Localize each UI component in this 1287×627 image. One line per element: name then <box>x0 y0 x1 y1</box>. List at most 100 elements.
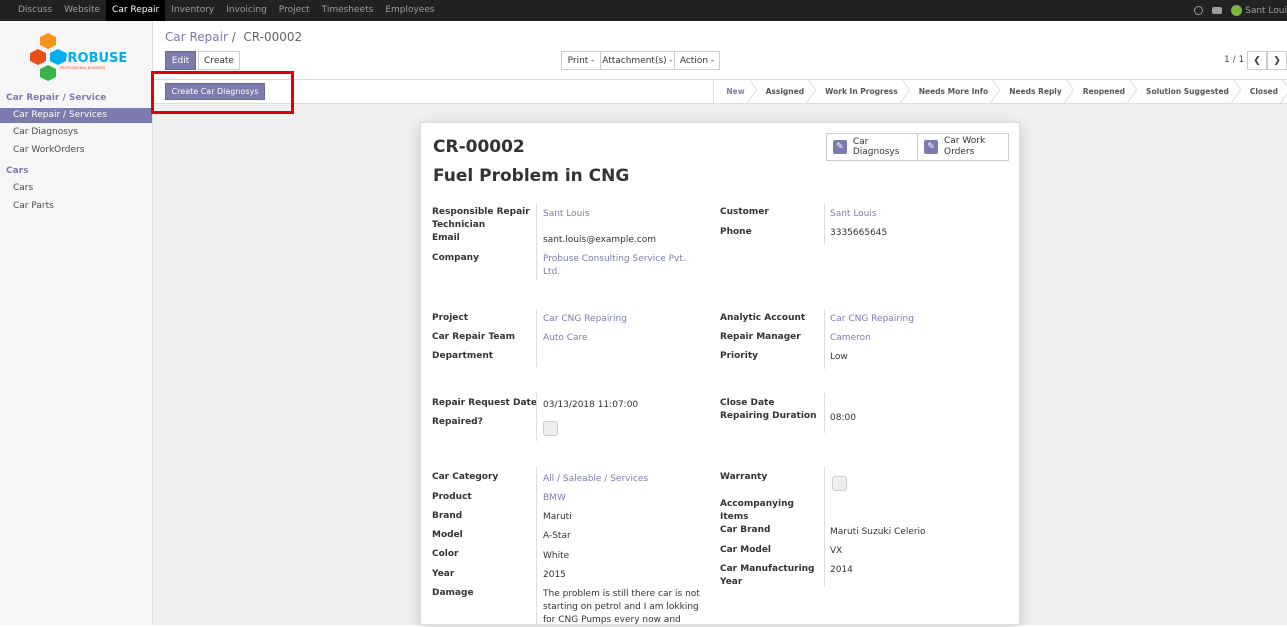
breadcrumb: Car Repair / CR-00002 <box>165 30 302 44</box>
repair-request-date-value[interactable]: 03/13/2018 11:07:00 <box>543 399 638 412</box>
sidebar-item-car-parts[interactable]: Car Parts <box>0 199 152 214</box>
user-name: Sant Loui <box>1245 5 1287 16</box>
phone-label: Phone <box>720 227 752 237</box>
stage-pipeline: New Assigned Work In Progress Needs More… <box>713 80 1287 103</box>
priority-value[interactable]: Low <box>830 351 848 364</box>
project-value[interactable]: Car CNG Repairing <box>543 313 627 326</box>
create-button[interactable]: Create <box>198 51 240 70</box>
car-manufacturing-year-value: 2014 <box>830 565 853 575</box>
sidebar-item-car-repair-services[interactable]: Car Repair / Services <box>0 108 152 123</box>
product-value[interactable]: BMW <box>543 492 566 505</box>
color-value: White <box>543 551 570 561</box>
model-label: Model <box>432 530 463 540</box>
project-label: Project <box>432 313 469 323</box>
stage-work-in-progress[interactable]: Work In Progress <box>813 80 907 103</box>
activity-clock-icon[interactable] <box>1194 6 1204 15</box>
car-brand-label: Car Brand <box>720 525 771 535</box>
breadcrumb-current: CR-00002 <box>243 30 303 44</box>
damage-value[interactable]: The problem is still there car is not st… <box>543 588 703 627</box>
car-work-orders-smart-button[interactable]: ✎ Car Work Orders <box>917 133 1009 161</box>
repair-manager-label: Repair Manager <box>720 332 801 342</box>
email-value: sant.louis@example.com <box>543 235 657 245</box>
customer-value[interactable]: Sant Louis <box>830 208 877 221</box>
field-separator <box>824 467 825 587</box>
smart-button-label: Car Work Orders <box>944 136 986 157</box>
car-category-label: Car Category <box>432 472 499 482</box>
menu-timesheets[interactable]: Timesheets <box>316 0 380 21</box>
action-button[interactable]: Action - <box>674 51 720 70</box>
brand-value: Maruti <box>543 512 572 522</box>
damage-label: Damage <box>432 588 474 598</box>
warranty-checkbox[interactable] <box>832 476 847 491</box>
edit-button[interactable]: Edit <box>165 51 196 70</box>
brand-label: Brand <box>432 511 463 521</box>
company-label: Company <box>432 253 479 263</box>
repair-team-label: Car Repair Team <box>432 332 515 342</box>
probuse-logo: PROBUSE PROFESSIONAL BUSINESS <box>30 33 127 81</box>
technician-value[interactable]: Sant Louis <box>543 208 590 221</box>
menu-inventory[interactable]: Inventory <box>165 0 220 21</box>
pager-next-button[interactable]: ❯ <box>1267 51 1287 70</box>
stage-reopened[interactable]: Reopened <box>1071 80 1134 103</box>
phone-value: 3335665645 <box>830 228 888 238</box>
analytic-account-value[interactable]: Car CNG Repairing <box>830 313 914 326</box>
stage-solution-suggested[interactable]: Solution Suggested <box>1134 80 1238 103</box>
stage-needs-reply[interactable]: Needs Reply <box>997 80 1071 103</box>
customer-label: Customer <box>720 207 769 217</box>
pencil-icon: ✎ <box>833 140 847 154</box>
warranty-label: Warranty <box>720 472 768 482</box>
repaired-label: Repaired? <box>432 417 483 427</box>
menu-discuss[interactable]: Discuss <box>12 0 58 21</box>
sidebar-item-cars[interactable]: Cars <box>0 181 152 196</box>
sidebar-item-car-workorders[interactable]: Car WorkOrders <box>0 143 152 158</box>
year-label: Year <box>432 569 455 579</box>
company-value[interactable]: Probuse Consulting Service Pvt. Ltd. <box>543 253 693 279</box>
field-separator <box>824 393 825 433</box>
record-reference: CR-00002 <box>433 137 525 157</box>
attachments-button[interactable]: Attachment(s) - <box>600 51 675 70</box>
stage-closed[interactable]: Closed <box>1238 80 1287 103</box>
chevron-right-icon: ❯ <box>1273 55 1281 66</box>
form-sheet: CR-00002 Fuel Problem in CNG ✎ Car Diagn… <box>420 122 1020 627</box>
avatar <box>1231 5 1243 16</box>
accompanying-items-label: Accompanying Items <box>720 499 794 522</box>
pager-previous-button[interactable]: ❮ <box>1247 51 1267 70</box>
repair-request-date-label: Repair Request Date <box>432 398 537 408</box>
repair-manager-value[interactable]: Cameron <box>830 332 871 345</box>
top-menu-bar: Discuss Website Car Repair Inventory Inv… <box>0 0 1287 21</box>
car-model-value: VX <box>830 546 843 556</box>
pencil-icon: ✎ <box>924 140 938 154</box>
repaired-checkbox[interactable] <box>543 421 558 436</box>
car-diagnosys-smart-button[interactable]: ✎ Car Diagnosys <box>826 133 918 161</box>
breadcrumb-parent[interactable]: Car Repair <box>165 30 228 44</box>
menu-invoicing[interactable]: Invoicing <box>220 0 273 21</box>
messages-icon[interactable] <box>1212 7 1223 14</box>
print-button[interactable]: Print - <box>561 51 601 70</box>
sidebar: PROBUSE PROFESSIONAL BUSINESS Car Repair… <box>0 21 153 625</box>
pager-value: 1 / 1 <box>1224 55 1245 65</box>
department-label: Department <box>432 351 494 361</box>
sidebar-item-car-diagnosys[interactable]: Car Diagnosys <box>0 125 152 140</box>
user-menu[interactable]: Sant Loui <box>1231 5 1287 16</box>
menu-project[interactable]: Project <box>273 0 316 21</box>
stage-assigned[interactable]: Assigned <box>754 80 813 103</box>
stage-new[interactable]: New <box>714 80 753 103</box>
menu-employees[interactable]: Employees <box>379 0 440 21</box>
menu-website[interactable]: Website <box>58 0 106 21</box>
repairing-duration-value[interactable]: 08:00 <box>830 412 856 425</box>
sidebar-section-cars: Cars <box>6 166 29 176</box>
repair-team-value[interactable]: Auto Care <box>543 332 588 345</box>
car-category-value[interactable]: All / Saleable / Services <box>543 473 648 486</box>
repairing-duration-label: Repairing Duration <box>720 411 817 421</box>
menu-car-repair[interactable]: Car Repair <box>106 0 166 21</box>
analytic-account-label: Analytic Account <box>720 313 806 323</box>
field-separator <box>824 204 825 244</box>
breadcrumb-separator: / <box>231 30 236 44</box>
svg-text:PROBUSE: PROBUSE <box>58 51 127 66</box>
field-separator <box>536 204 537 280</box>
close-date-label: Close Date <box>720 398 775 408</box>
email-label: Email <box>432 233 460 243</box>
field-separator <box>824 309 825 369</box>
field-separator <box>536 309 537 367</box>
stage-needs-more-info[interactable]: Needs More Info <box>907 80 997 103</box>
